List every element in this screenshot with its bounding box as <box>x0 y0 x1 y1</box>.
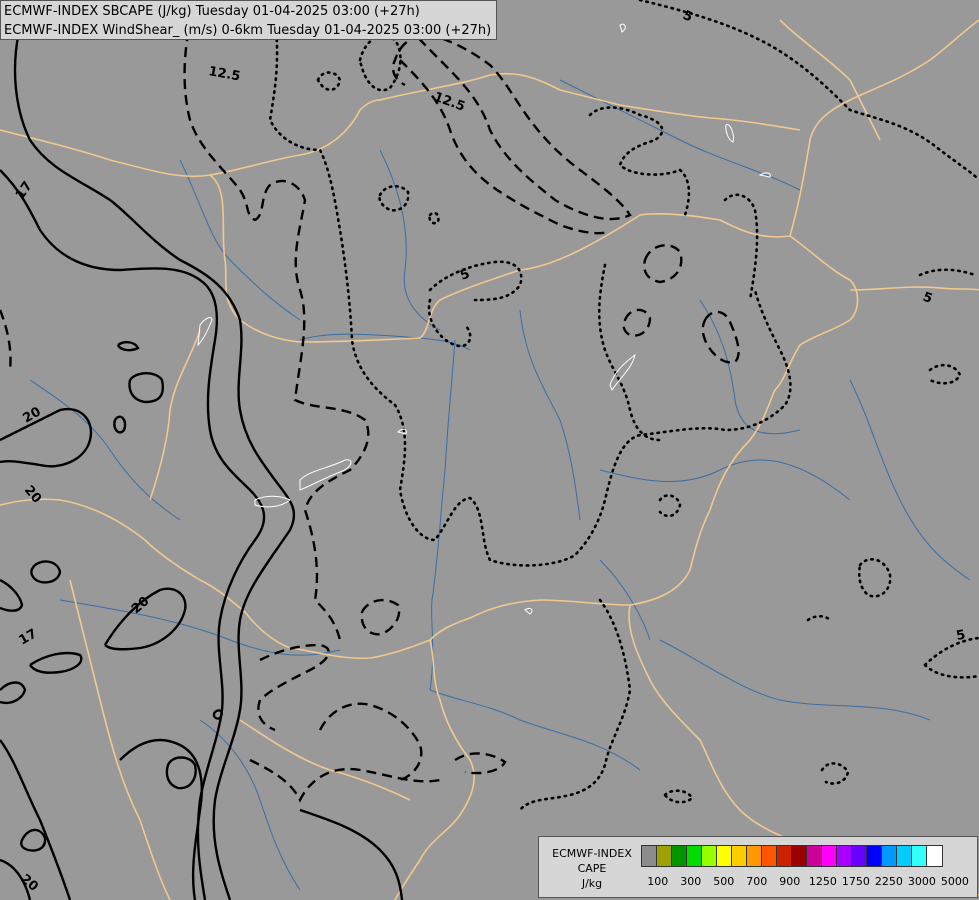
map-background <box>0 0 979 900</box>
legend-title-model: ECMWF-INDEX <box>552 847 632 860</box>
legend-title-unit: J/kg <box>581 877 603 890</box>
legend-tick-label: 5000 <box>940 875 969 888</box>
legend-swatch <box>867 846 882 866</box>
legend-swatch <box>732 846 747 866</box>
legend-swatch <box>807 846 822 866</box>
legend-tick-label: 900 <box>779 875 801 888</box>
legend-tick-label: 3000 <box>907 875 936 888</box>
legend-tick-label: 2250 <box>874 875 903 888</box>
legend-swatch <box>657 846 672 866</box>
legend-swatch <box>642 846 657 866</box>
legend-tick-label: 700 <box>746 875 768 888</box>
legend-tick-label: 500 <box>713 875 735 888</box>
legend-swatch <box>762 846 777 866</box>
legend-swatch <box>792 846 807 866</box>
legend-swatch <box>747 846 762 866</box>
title-windshear: ECMWF-INDEX WindShear_ (m/s) 0-6km Tuesd… <box>4 23 492 38</box>
legend-swatch <box>882 846 897 866</box>
map-title-box: ECMWF-INDEX SBCAPE (J/kg) Tuesday 01-04-… <box>0 0 497 40</box>
legend-swatch <box>672 846 687 866</box>
weather-map: 17 20 20 20 20 17 20 12.5 12.5 5 5 5 5 1… <box>0 0 979 900</box>
legend-tick-label: 1750 <box>841 875 870 888</box>
legend-swatch <box>897 846 912 866</box>
legend-tick-label: 1250 <box>808 875 837 888</box>
legend-swatch <box>912 846 927 866</box>
legend-swatch <box>837 846 852 866</box>
legend-tick-label: 300 <box>680 875 702 888</box>
cape-legend: ECMWF-INDEX CAPE J/kg 100 300 500 700 900 125… <box>538 836 978 898</box>
legend-title: ECMWF-INDEX CAPE J/kg <box>543 846 641 891</box>
legend-swatch <box>687 846 702 866</box>
legend-swatch <box>777 846 792 866</box>
legend-color-scale <box>641 845 943 867</box>
legend-tick-labels: 100 300 500 700 900 1250 1750 2250 3000 5000 <box>641 875 971 889</box>
legend-swatch <box>927 846 942 866</box>
legend-swatch <box>852 846 867 866</box>
legend-swatch <box>717 846 732 866</box>
legend-swatch <box>702 846 717 866</box>
title-sbcape: ECMWF-INDEX SBCAPE (J/kg) Tuesday 01-04-… <box>4 4 420 19</box>
legend-tick-label: 100 <box>647 875 669 888</box>
legend-swatch <box>822 846 837 866</box>
legend-title-param: CAPE <box>577 862 607 875</box>
